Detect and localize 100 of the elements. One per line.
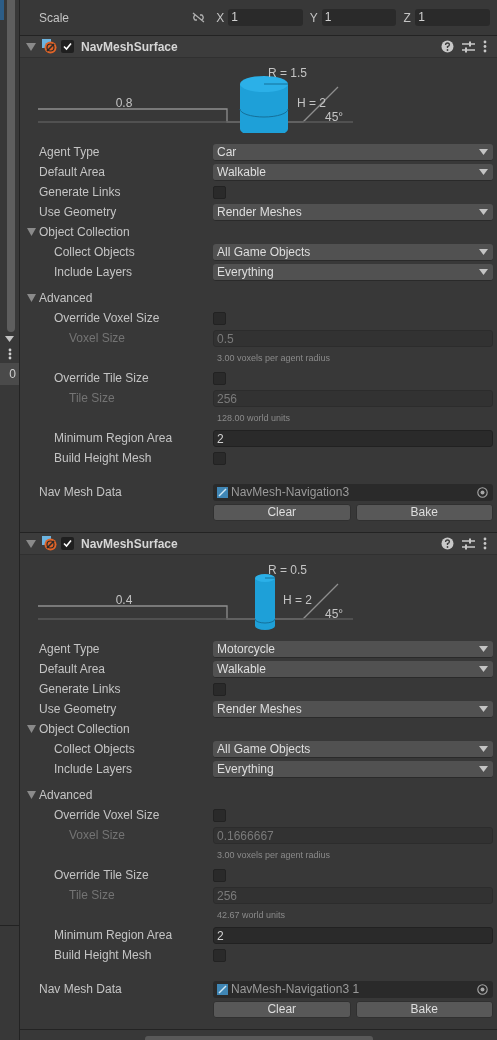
enable-checkbox[interactable] — [61, 537, 74, 550]
section-header[interactable]: Advanced — [39, 291, 93, 305]
dropdown-arrow-icon[interactable] — [5, 336, 14, 342]
component-title: NavMeshSurface — [81, 39, 178, 54]
caret-icon — [479, 148, 488, 155]
property-label: Tile Size — [69, 888, 115, 902]
property-label: Voxel Size — [69, 331, 126, 345]
dropdown-field[interactable]: All Game Objects — [213, 740, 493, 758]
axis-label: X — [216, 10, 226, 25]
action-button[interactable]: Clear — [213, 503, 351, 521]
property-label: Minimum Region Area — [54, 928, 173, 942]
foldout-arrow-icon[interactable] — [27, 228, 36, 236]
property-label: Agent Type — [39, 145, 100, 159]
caret-icon — [479, 208, 488, 215]
property-label: Use Geometry — [39, 205, 117, 219]
settings-sliders-icon[interactable] — [462, 537, 475, 550]
property-label: Voxel Size — [69, 828, 126, 842]
property-label: Default Area — [39, 662, 106, 676]
caret-icon — [479, 168, 488, 175]
property-label: Use Geometry — [39, 702, 117, 716]
caret-icon — [479, 248, 488, 255]
property-label: Collect Objects — [54, 245, 135, 259]
property-label: Include Layers — [54, 265, 133, 279]
dropdown-field[interactable]: Car — [213, 143, 493, 161]
property-label: Override Voxel Size — [54, 311, 160, 325]
property-label: Include Layers — [54, 762, 133, 776]
number-field[interactable]: 1 — [321, 9, 397, 26]
hint-text: 42.67 world units — [216, 910, 286, 920]
component-icon — [42, 39, 57, 54]
count-label: 0 — [0, 363, 19, 385]
slope-label: 45° — [325, 607, 344, 621]
hint-text: 128.00 world units — [216, 413, 291, 423]
property-label: Agent Type — [39, 642, 100, 656]
target-icon[interactable] — [477, 486, 488, 498]
help-icon[interactable] — [441, 537, 454, 550]
help-icon[interactable] — [441, 40, 454, 53]
dropdown-field[interactable]: Motorcycle — [213, 640, 493, 658]
axis-label: Y — [309, 10, 319, 25]
dropdown-field[interactable]: Render Meshes — [213, 203, 493, 221]
property-label: Scale — [39, 10, 71, 25]
action-button[interactable]: Clear — [213, 1000, 351, 1018]
more-menu-icon[interactable] — [483, 40, 487, 53]
caret-icon — [479, 765, 488, 772]
property-label: Minimum Region Area — [54, 431, 173, 445]
axis-label: Z — [403, 10, 412, 25]
section-header[interactable]: Object Collection — [39, 225, 130, 239]
property-label: Build Height Mesh — [54, 451, 152, 465]
action-button[interactable]: Bake — [355, 503, 493, 521]
step-height-label: 0.4 — [115, 593, 133, 607]
foldout-arrow-icon[interactable] — [27, 791, 36, 799]
property-label: Override Voxel Size — [54, 808, 160, 822]
property-label: Default Area — [39, 165, 106, 179]
hint-text: 3.00 voxels per agent radius — [216, 353, 331, 363]
dropdown-field[interactable]: Walkable — [213, 163, 493, 181]
caret-icon — [479, 645, 488, 652]
caret-icon — [479, 745, 488, 752]
slope-label: 45° — [325, 110, 344, 124]
caret-icon — [479, 665, 488, 672]
number-field[interactable]: 2 — [213, 429, 493, 447]
number-field[interactable]: 2 — [213, 926, 493, 944]
property-label: Generate Links — [39, 682, 121, 696]
component-icon — [42, 536, 57, 551]
more-menu-icon[interactable] — [483, 537, 487, 550]
foldout-arrow-icon[interactable] — [26, 42, 36, 51]
unlink-icon[interactable] — [192, 12, 206, 23]
section-header[interactable]: Object Collection — [39, 722, 130, 736]
hint-text: 3.00 voxels per agent radius — [216, 850, 331, 860]
asset-icon — [217, 486, 228, 498]
action-button[interactable]: Bake — [355, 1000, 493, 1018]
enable-checkbox[interactable] — [61, 40, 74, 53]
property-label: Override Tile Size — [54, 868, 149, 882]
foldout-arrow-icon[interactable] — [26, 539, 36, 548]
radius-label: R = 0.5 — [268, 563, 308, 577]
foldout-arrow-icon[interactable] — [27, 725, 36, 733]
property-label: Nav Mesh Data — [39, 485, 122, 499]
scrollbar-thumb[interactable] — [7, 0, 15, 332]
dropdown-field[interactable]: Everything — [213, 263, 493, 281]
property-label: Override Tile Size — [54, 371, 149, 385]
component-title: NavMeshSurface — [81, 536, 178, 551]
property-label: Nav Mesh Data — [39, 982, 122, 996]
section-header[interactable]: Advanced — [39, 788, 93, 802]
dropdown-field[interactable]: Walkable — [213, 660, 493, 678]
step-height-label: 0.8 — [115, 96, 133, 110]
dropdown-field[interactable]: All Game Objects — [213, 243, 493, 261]
height-label: H = 2 — [283, 593, 312, 607]
settings-sliders-icon[interactable] — [462, 40, 475, 53]
number-field[interactable]: 1 — [415, 9, 490, 26]
foldout-arrow-icon[interactable] — [27, 294, 36, 302]
property-label: Generate Links — [39, 185, 121, 199]
object-field[interactable]: NavMesh-Navigation3 1 — [213, 980, 493, 998]
dropdown-field[interactable]: Everything — [213, 760, 493, 778]
caret-icon — [479, 268, 488, 275]
dropdown-field[interactable]: Render Meshes — [213, 700, 493, 718]
number-field[interactable]: 1 — [228, 9, 303, 26]
asset-icon — [217, 983, 228, 995]
menu-icon[interactable] — [7, 348, 12, 360]
target-icon[interactable] — [477, 983, 488, 995]
property-label: Build Height Mesh — [54, 948, 152, 962]
property-label: Tile Size — [69, 391, 115, 405]
object-field[interactable]: NavMesh-Navigation3 — [213, 483, 493, 501]
